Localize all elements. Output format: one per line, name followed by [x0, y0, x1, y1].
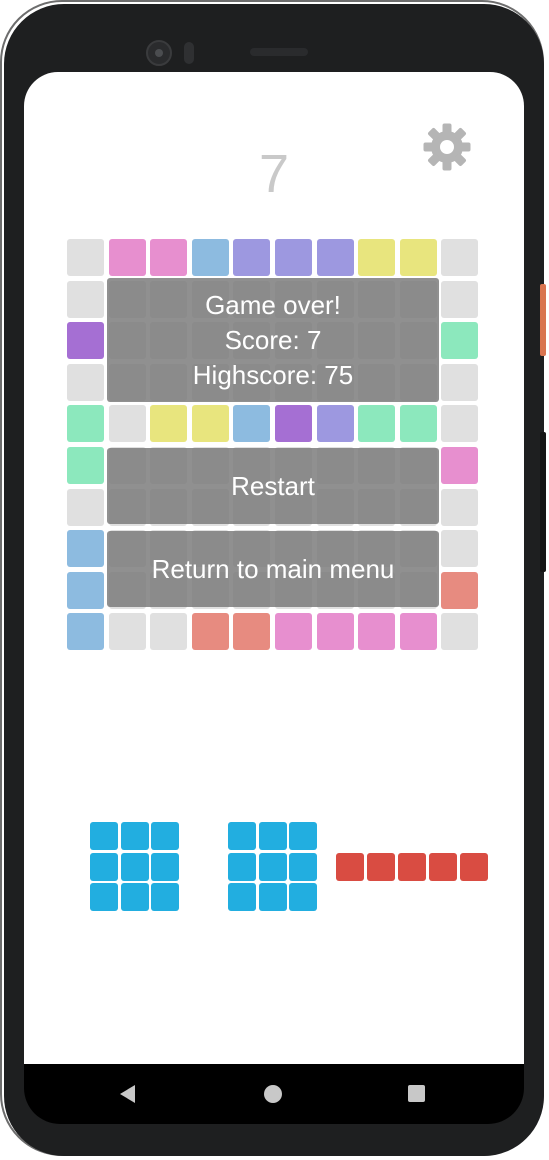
final-score: Score: 7: [224, 325, 322, 355]
board-cell-filled[interactable]: [233, 239, 271, 276]
piece-cell: [90, 883, 118, 911]
board-cell-filled[interactable]: [191, 405, 229, 443]
board-cell-filled[interactable]: [150, 239, 188, 276]
board-cell-filled[interactable]: [316, 239, 354, 276]
board-cell-empty[interactable]: [108, 405, 146, 443]
board-cell-filled[interactable]: [441, 447, 479, 484]
game-over-panel: Game over! Score: 7 Highscore: 75: [107, 278, 439, 402]
piece-cell: [289, 852, 317, 881]
board-cell-empty[interactable]: [67, 239, 104, 276]
piece-cell: [151, 883, 179, 911]
volume-button: [540, 432, 546, 572]
board-cell-filled[interactable]: [399, 613, 437, 651]
board-cell-empty[interactable]: [67, 363, 104, 401]
gear-icon-svg: [423, 123, 471, 171]
piece-cell: [151, 852, 179, 881]
piece-cell: [289, 883, 317, 911]
board-cell-filled[interactable]: [358, 239, 396, 276]
piece-cell: [336, 853, 364, 881]
board-cell-filled[interactable]: [67, 613, 104, 651]
piece-cell: [258, 852, 287, 881]
piece-cell: [228, 852, 256, 881]
piece-cell: [120, 883, 149, 911]
return-to-main-menu-button[interactable]: Return to main menu: [107, 531, 439, 607]
piece-cell: [398, 853, 426, 881]
earpiece-speaker: [250, 48, 308, 56]
board-cell-filled[interactable]: [67, 405, 104, 443]
board-cell-filled[interactable]: [441, 322, 479, 360]
piece-cell: [258, 822, 287, 850]
back-icon[interactable]: [120, 1085, 135, 1103]
board-cell-filled[interactable]: [233, 405, 271, 443]
board-cell-filled[interactable]: [67, 322, 104, 360]
board-cell-empty[interactable]: [441, 363, 479, 401]
board-cell-filled[interactable]: [316, 405, 354, 443]
board-cell-filled[interactable]: [399, 405, 437, 443]
board-cell-filled[interactable]: [191, 613, 229, 651]
board-cell-filled[interactable]: [316, 613, 354, 651]
board-cell-empty[interactable]: [67, 488, 104, 526]
board-cell-filled[interactable]: [233, 613, 271, 651]
board-cell-filled[interactable]: [67, 530, 104, 568]
highscore: Highscore: 75: [192, 360, 354, 390]
piece-cell: [367, 853, 395, 881]
board-cell-empty[interactable]: [441, 405, 479, 443]
board-cell-filled[interactable]: [399, 239, 437, 276]
piece-cell: [228, 883, 256, 911]
game-screen: 7 Game over! Score: 7 Highscore: 75 Rest…: [24, 72, 524, 1066]
piece-cell: [228, 822, 256, 850]
board-cell-filled[interactable]: [358, 613, 396, 651]
board-cell-filled[interactable]: [441, 571, 479, 609]
piece-cell: [120, 852, 149, 881]
board-cell-filled[interactable]: [275, 239, 312, 276]
current-score: 7: [258, 144, 290, 204]
board-cell-empty[interactable]: [441, 530, 479, 568]
board-cell-empty[interactable]: [441, 280, 479, 318]
piece-cell: [289, 822, 317, 850]
restart-button[interactable]: Restart: [107, 448, 439, 524]
board-cell-filled[interactable]: [275, 405, 312, 443]
piece-cell: [151, 822, 179, 850]
gear-icon[interactable]: [422, 122, 472, 172]
piece-cell: [90, 852, 118, 881]
board-cell-filled[interactable]: [358, 405, 396, 443]
board-cell-empty[interactable]: [441, 613, 479, 651]
board-cell-filled[interactable]: [275, 613, 312, 651]
front-camera: [146, 40, 172, 66]
board-cell-empty[interactable]: [150, 613, 188, 651]
board-cell-empty[interactable]: [441, 239, 479, 276]
board-cell-filled[interactable]: [191, 239, 229, 276]
piece-cell: [429, 853, 457, 881]
board-cell-empty[interactable]: [67, 280, 104, 318]
piece-cell: [120, 822, 149, 850]
android-nav-bar: [24, 1064, 524, 1124]
board-cell-filled[interactable]: [67, 447, 104, 484]
piece-cell: [90, 822, 118, 850]
piece-cell: [258, 883, 287, 911]
board-cell-filled[interactable]: [150, 405, 188, 443]
recent-apps-icon[interactable]: [408, 1085, 425, 1102]
proximity-sensor: [184, 42, 194, 64]
home-icon[interactable]: [264, 1085, 282, 1103]
board-cell-filled[interactable]: [108, 239, 146, 276]
board-cell-filled[interactable]: [67, 571, 104, 609]
piece-cell: [460, 853, 488, 881]
board-cell-empty[interactable]: [108, 613, 146, 651]
game-over-title: Game over!: [205, 290, 341, 320]
power-button: [540, 284, 546, 356]
board-cell-empty[interactable]: [441, 488, 479, 526]
